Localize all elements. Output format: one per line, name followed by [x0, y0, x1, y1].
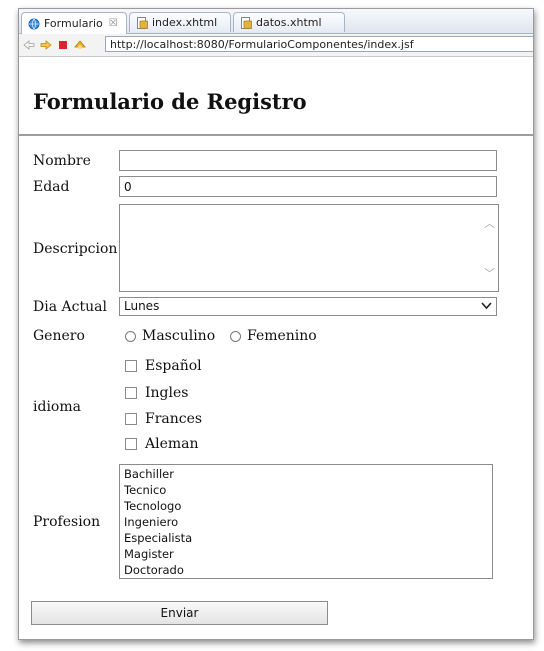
- xhtml-file-icon: [240, 16, 252, 29]
- tab-index-xhtml[interactable]: index.xhtml: [129, 12, 231, 32]
- refresh-icon[interactable]: [73, 38, 87, 52]
- nombre-input[interactable]: [119, 150, 497, 171]
- checkbox-label: Frances: [145, 411, 203, 427]
- radio-label: Femenino: [247, 328, 317, 344]
- list-item[interactable]: Bachiller: [124, 466, 488, 482]
- checkbox[interactable]: [125, 387, 137, 399]
- checkbox-label: Español: [145, 358, 202, 374]
- tab-label: index.xhtml: [152, 16, 218, 29]
- stop-icon[interactable]: [56, 38, 70, 52]
- genero-label: Genero: [33, 328, 85, 344]
- list-item[interactable]: Tecnico: [124, 482, 488, 498]
- descripcion-label: Descripcion: [33, 241, 118, 257]
- forward-icon[interactable]: [39, 38, 53, 52]
- radio-button[interactable]: [125, 330, 136, 342]
- descripcion-textarea[interactable]: ︿ ﹀: [119, 204, 499, 292]
- dia-actual-selected: Lunes: [124, 299, 160, 313]
- idioma-option-aleman[interactable]: Aleman: [125, 435, 199, 453]
- profesion-listbox[interactable]: Bachiller Tecnico Tecnologo Ingeniero Es…: [119, 464, 493, 579]
- tab-label: datos.xhtml: [256, 16, 322, 29]
- idioma-label: idioma: [33, 399, 81, 415]
- list-item[interactable]: Ingeniero: [124, 514, 488, 530]
- scroll-up-icon[interactable]: ︿: [484, 215, 495, 231]
- genero-option-femenino[interactable]: Femenino: [230, 327, 317, 345]
- dia-actual-select[interactable]: Lunes: [119, 297, 497, 316]
- chevron-down-icon: [481, 299, 492, 314]
- tab-datos-xhtml[interactable]: datos.xhtml: [233, 12, 345, 32]
- list-item[interactable]: Tecnologo: [124, 498, 488, 514]
- title-divider: [19, 134, 533, 136]
- checkbox[interactable]: [125, 438, 137, 450]
- edad-label: Edad: [33, 179, 70, 195]
- close-icon[interactable]: ☒: [109, 18, 118, 29]
- radio-button[interactable]: [230, 330, 241, 342]
- list-item[interactable]: Magister: [124, 546, 488, 562]
- xhtml-file-icon: [136, 16, 148, 29]
- checkbox[interactable]: [125, 413, 137, 425]
- checkbox-label: Aleman: [145, 436, 199, 452]
- idioma-option-espanol[interactable]: Español: [125, 357, 202, 375]
- idioma-option-ingles[interactable]: Ingles: [125, 384, 188, 402]
- globe-icon: [28, 18, 40, 30]
- scroll-down-icon[interactable]: ﹀: [484, 265, 495, 281]
- tab-formulario[interactable]: Formulario ☒: [21, 12, 127, 34]
- checkbox-label: Ingles: [145, 385, 189, 401]
- profesion-label: Profesion: [33, 514, 101, 530]
- browser-window: Formulario ☒ index.xhtml datos.xhtml htt…: [18, 8, 534, 640]
- tab-label: Formulario: [44, 17, 103, 30]
- list-item[interactable]: Especialista: [124, 530, 488, 546]
- idioma-option-frances[interactable]: Frances: [125, 410, 202, 428]
- url-input[interactable]: http://localhost:8080/FormularioComponen…: [105, 36, 533, 52]
- textarea-scrollbar[interactable]: ︿ ﹀: [480, 205, 498, 291]
- list-item[interactable]: Doctorado: [124, 562, 488, 578]
- nombre-label: Nombre: [33, 153, 91, 169]
- tab-strip: Formulario ☒ index.xhtml datos.xhtml: [19, 9, 533, 34]
- navigation-bar: http://localhost:8080/FormularioComponen…: [19, 34, 533, 57]
- radio-label: Masculino: [142, 328, 216, 344]
- page-title: Formulario de Registro: [33, 89, 307, 114]
- back-icon[interactable]: [22, 38, 36, 52]
- genero-option-masculino[interactable]: Masculino: [125, 327, 215, 345]
- enviar-button[interactable]: Enviar: [31, 601, 328, 625]
- checkbox[interactable]: [125, 360, 137, 372]
- dia-actual-label: Dia Actual: [33, 299, 107, 315]
- edad-input[interactable]: [119, 176, 497, 197]
